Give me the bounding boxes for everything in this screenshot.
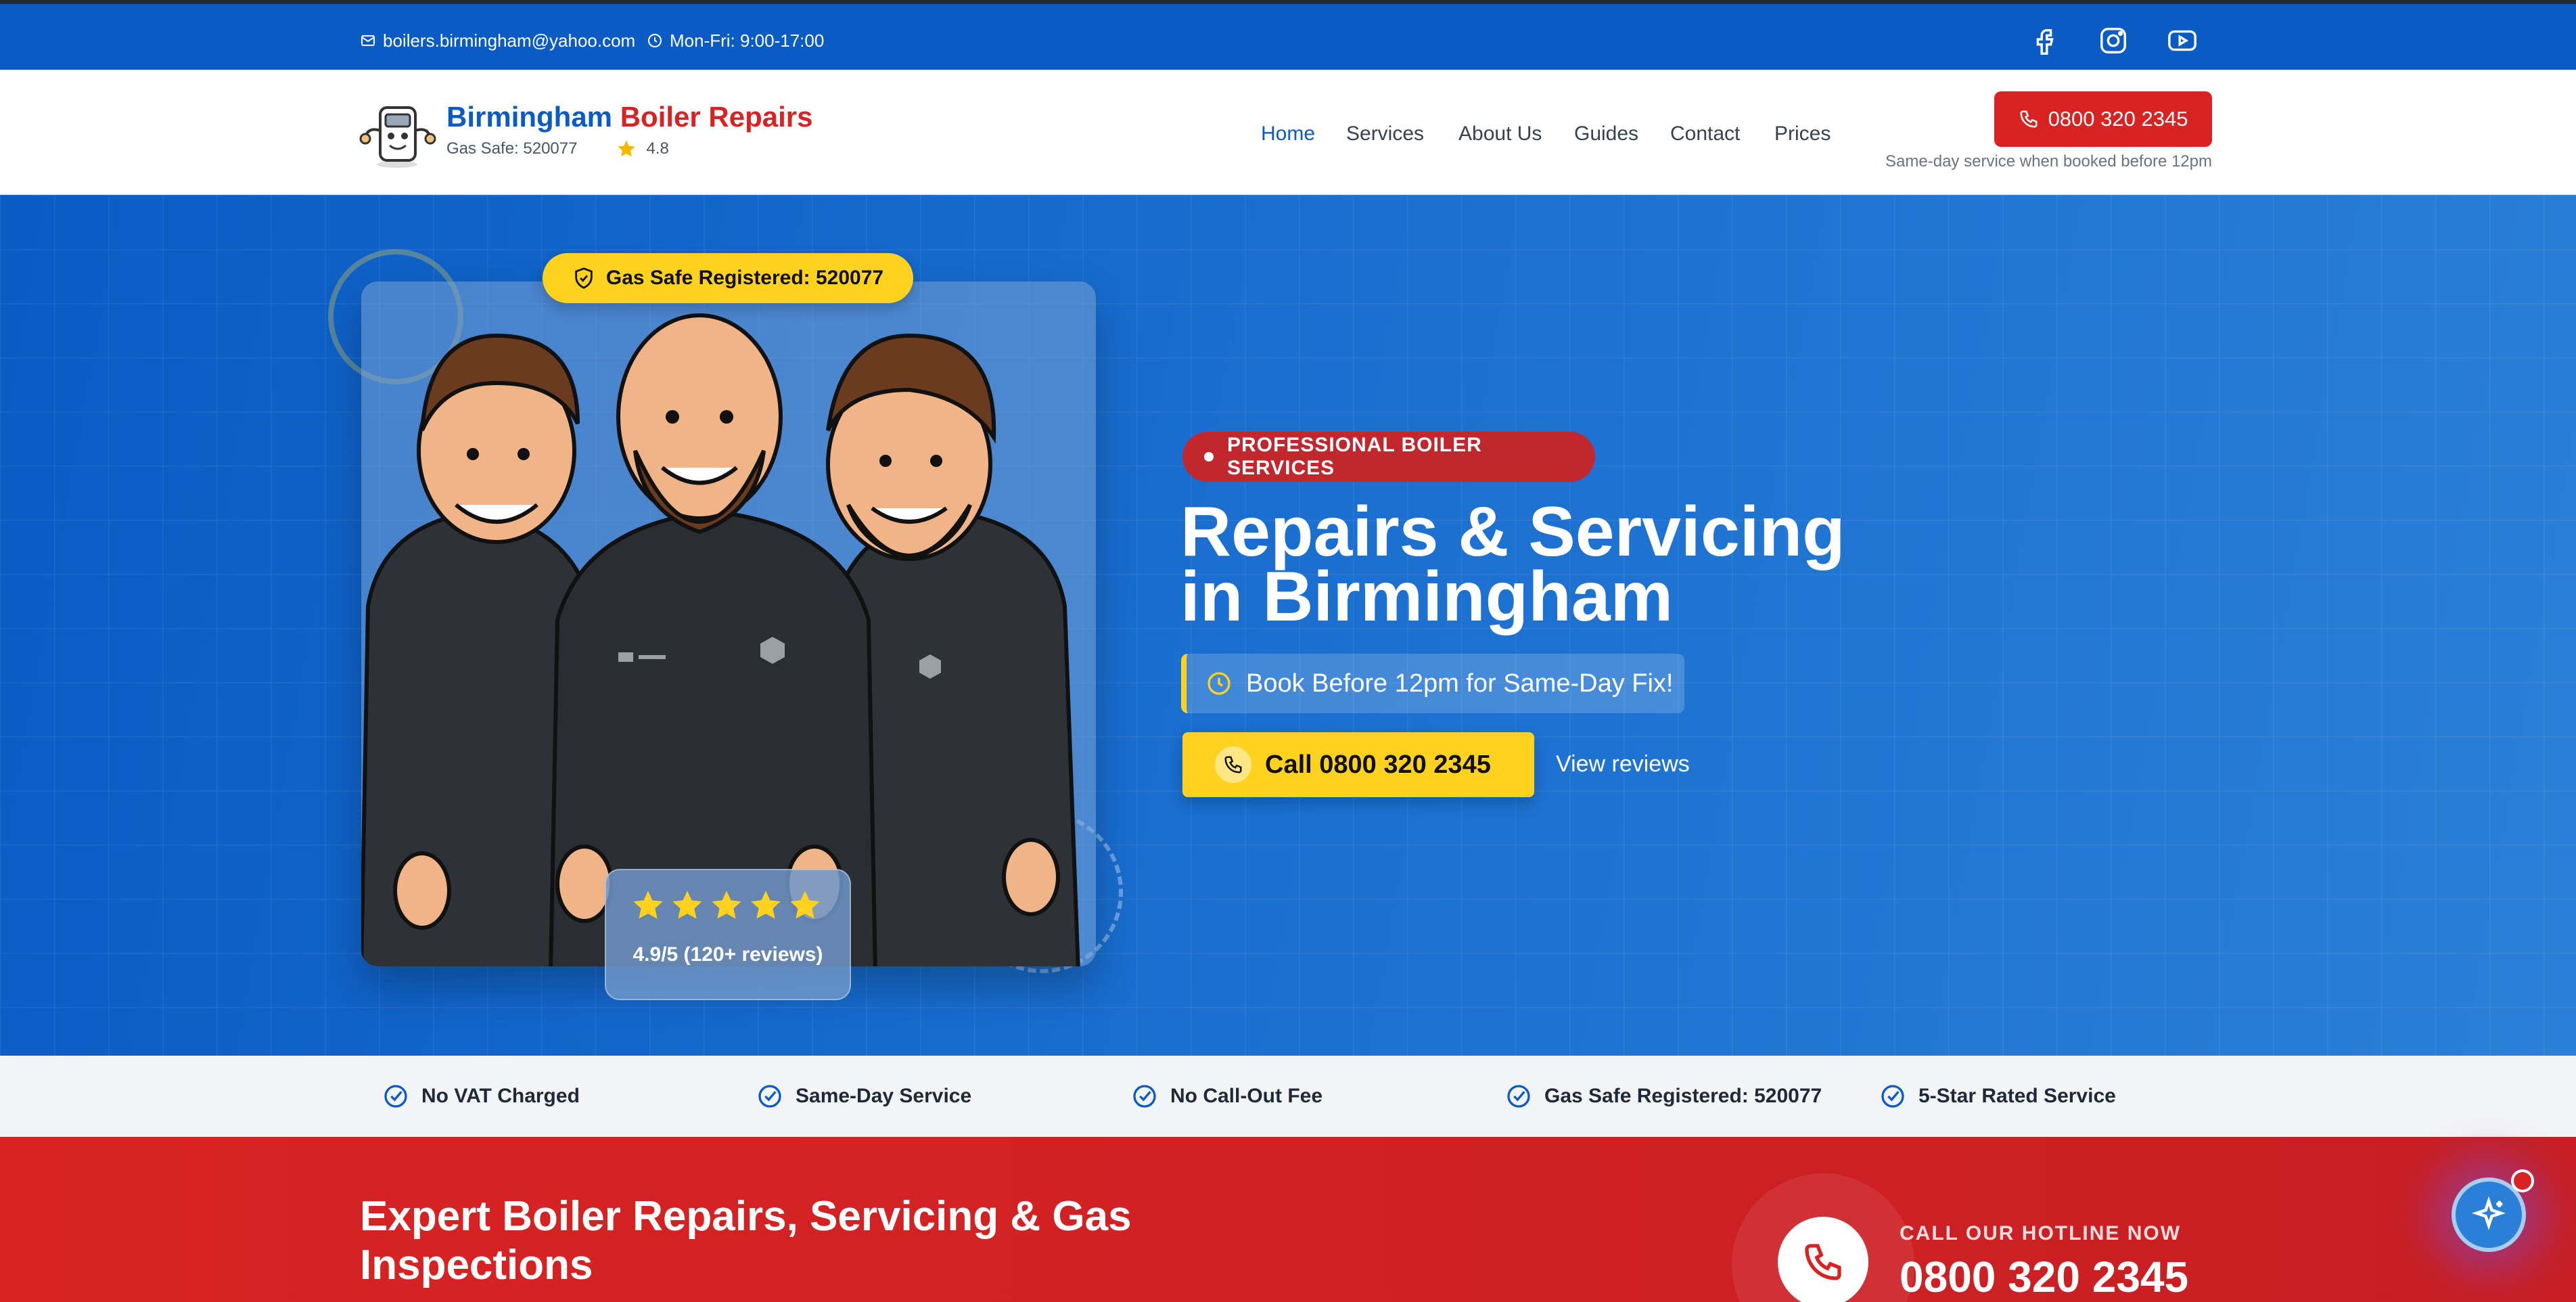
- shield-check-icon: [575, 267, 593, 289]
- mail-icon: [361, 35, 375, 46]
- feature-label: 5-Star Rated Service: [1918, 1085, 2116, 1107]
- feature-label: No Call-Out Fee: [1170, 1085, 1323, 1107]
- logo[interactable]: [359, 97, 436, 170]
- rating-card: 4.9/5 (120+ reviews): [605, 869, 851, 1000]
- header-call-button[interactable]: 0800 320 2345: [1994, 91, 2212, 147]
- email-link[interactable]: boilers.birmingham@yahoo.com: [360, 26, 635, 55]
- hero-section: Gas Safe Registered: 520077 4.9/5 (120+ …: [0, 195, 2576, 1056]
- brand-subline: Gas Safe: 520077 4.8: [446, 139, 669, 159]
- star-icon: [751, 891, 781, 919]
- star-icon: [712, 891, 741, 919]
- check-circle-icon: [1507, 1085, 1530, 1108]
- clock-icon: [648, 34, 662, 47]
- gas-safe-badge: Gas Safe Registered: 520077: [543, 253, 913, 303]
- feature-item: Gas Safe Registered: 520077: [1505, 1080, 1822, 1113]
- star-icon: [618, 140, 635, 157]
- nav-home[interactable]: Home: [1261, 117, 1315, 151]
- star-icon: [633, 891, 663, 919]
- hotline-phone-button[interactable]: [1778, 1217, 1868, 1302]
- gas-safe-number: Gas Safe: 520077: [446, 139, 578, 158]
- youtube-link[interactable]: [2165, 23, 2200, 58]
- site-header: Birmingham Boiler Repairs Gas Safe: 5200…: [0, 70, 2576, 195]
- youtube-icon: [2168, 30, 2196, 51]
- check-circle-icon: [1881, 1085, 1904, 1108]
- email-text: boilers.birmingham@yahoo.com: [383, 30, 636, 51]
- hero-title-line2: in Birmingham: [1180, 558, 1674, 636]
- feature-item: Same-Day Service: [756, 1080, 971, 1113]
- hours-text: Mon-Fri: 9:00-17:00: [670, 30, 825, 51]
- hero-call-label: Call 0800 320 2345: [1265, 750, 1491, 779]
- check-circle-icon: [758, 1085, 781, 1108]
- instagram-icon: [2100, 28, 2126, 53]
- phone-icon: [1805, 1244, 1841, 1280]
- services-pill-text: PROFESSIONAL BOILER SERVICES: [1226, 434, 1482, 479]
- view-reviews-link[interactable]: View reviews: [1556, 751, 1690, 778]
- phone-icon: [2020, 110, 2038, 128]
- header-call-label: 0800 320 2345: [2048, 107, 2188, 131]
- features-strip: No VAT Charged Same-Day Service No Call-…: [0, 1056, 2576, 1137]
- gas-safe-badge-text: Gas Safe Registered: 520077: [605, 267, 884, 289]
- facebook-icon: [2036, 28, 2054, 55]
- phone-icon: [1224, 756, 1242, 773]
- feature-label: Same-Day Service: [796, 1085, 972, 1107]
- notification-dot: [2511, 1169, 2534, 1192]
- feature-label: Gas Safe Registered: 520077: [1544, 1085, 1822, 1107]
- hero-call-button[interactable]: Call 0800 320 2345: [1182, 732, 1534, 797]
- sparkle-icon: [2471, 1196, 2506, 1230]
- nav-services[interactable]: Services: [1346, 117, 1424, 151]
- brand-name[interactable]: Birmingham Boiler Repairs: [446, 101, 812, 133]
- hotline-label: CALL OUR HOTLINE NOW: [1900, 1222, 2182, 1244]
- top-bar: boilers.birmingham@yahoo.com Mon-Fri: 9:…: [0, 0, 2576, 70]
- check-circle-icon: [384, 1085, 407, 1108]
- star-icon: [672, 891, 702, 919]
- feature-label: No VAT Charged: [421, 1085, 580, 1107]
- feature-item: 5-Star Rated Service: [1879, 1080, 2116, 1113]
- nav-guides[interactable]: Guides: [1574, 117, 1638, 151]
- brand-part1: Birmingham: [446, 101, 613, 133]
- nav-contact[interactable]: Contact: [1670, 117, 1740, 151]
- instagram-link[interactable]: [2096, 23, 2131, 58]
- star-rating: [630, 888, 823, 923]
- section-heading: Expert Boiler Repairs, Servicing & Gas I…: [360, 1193, 1132, 1288]
- same-day-note: Same-day service when booked before 12pm: [1885, 152, 2212, 171]
- star-icon: [790, 891, 820, 919]
- rating-text: 4.9/5 (120+ reviews): [632, 943, 823, 966]
- feature-item: No Call-Out Fee: [1131, 1080, 1322, 1113]
- book-before-text: Book Before 12pm for Same-Day Fix!: [1246, 669, 1674, 698]
- nav-prices[interactable]: Prices: [1774, 117, 1831, 151]
- brand-part2: Boiler Repairs: [620, 101, 813, 133]
- header-rating: 4.8: [646, 139, 669, 158]
- book-before-banner: Book Before 12pm for Same-Day Fix!: [1181, 654, 1684, 713]
- hotline-section: Expert Boiler Repairs, Servicing & Gas I…: [0, 1137, 2576, 1302]
- hours-info: Mon-Fri: 9:00-17:00: [647, 26, 824, 55]
- team-illustration: [361, 282, 1096, 966]
- hotline-number[interactable]: 0800 320 2345: [1900, 1252, 2188, 1302]
- services-pill: PROFESSIONAL BOILER SERVICES: [1182, 432, 1595, 482]
- clock-icon: [1208, 672, 1230, 695]
- feature-item: No VAT Charged: [382, 1080, 580, 1113]
- hero-title-line1: Repairs & Servicing: [1180, 493, 1845, 571]
- hero-title: Repairs & Servicing in Birmingham: [1180, 493, 1857, 636]
- facebook-link[interactable]: [2027, 23, 2062, 58]
- nav-about-us[interactable]: About Us: [1458, 117, 1542, 151]
- check-circle-icon: [1133, 1085, 1156, 1108]
